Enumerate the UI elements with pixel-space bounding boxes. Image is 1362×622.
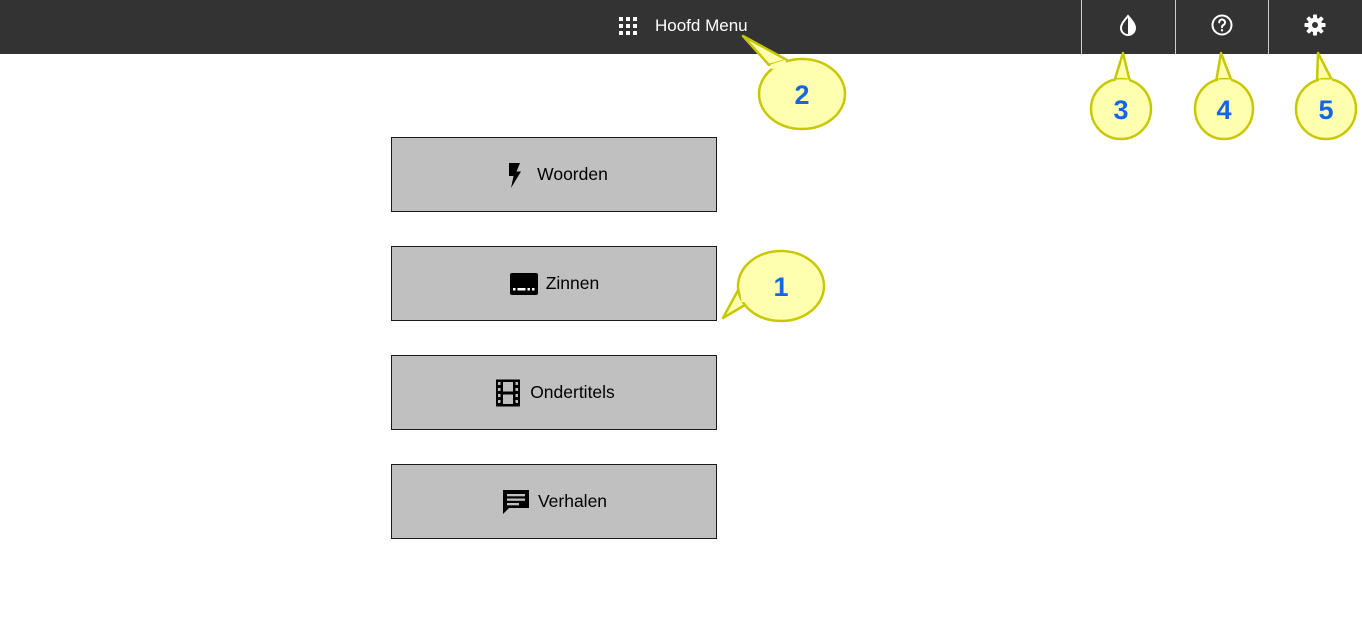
main-menu-title-button[interactable]: Hoofd Menu: [618, 14, 748, 38]
film-strip-icon: [496, 379, 521, 406]
settings-button[interactable]: [1268, 0, 1361, 54]
callout-4: 4: [1193, 51, 1255, 141]
top-bar: Hoofd Menu: [0, 0, 1362, 54]
callout-5: 5: [1294, 51, 1358, 141]
help-button[interactable]: [1175, 0, 1268, 54]
contrast-button[interactable]: [1081, 0, 1174, 54]
subtitles-icon: [509, 272, 538, 295]
callout-3: 3: [1089, 51, 1153, 141]
menu-item-verhalen[interactable]: Verhalen: [391, 464, 717, 539]
menu-item-label: Woorden: [537, 164, 608, 184]
lightning-bolt-icon: [509, 162, 522, 188]
menu-item-ondertitels[interactable]: Ondertitels: [391, 355, 717, 430]
callout-number: 3: [1113, 95, 1128, 125]
menu-item-zinnen[interactable]: Zinnen: [391, 246, 717, 321]
callout-number: 5: [1318, 95, 1333, 125]
callout-number: 1: [773, 272, 788, 302]
help-circle-icon: [1211, 14, 1233, 36]
apps-grid-icon: [619, 17, 637, 35]
callout-number: 2: [794, 80, 809, 110]
menu-item-label: Verhalen: [537, 491, 608, 511]
menu-item-woorden[interactable]: Woorden: [391, 137, 717, 212]
callout-1: 1: [721, 249, 826, 323]
menu-item-label: Zinnen: [545, 273, 600, 293]
chat-bubble-icon: [502, 489, 529, 514]
page-title: Hoofd Menu: [655, 16, 748, 35]
gear-icon: [1304, 14, 1326, 36]
menu-item-label: Ondertitels: [530, 382, 615, 402]
callout-number: 4: [1216, 95, 1231, 125]
contrast-drop-icon: [1119, 14, 1137, 36]
